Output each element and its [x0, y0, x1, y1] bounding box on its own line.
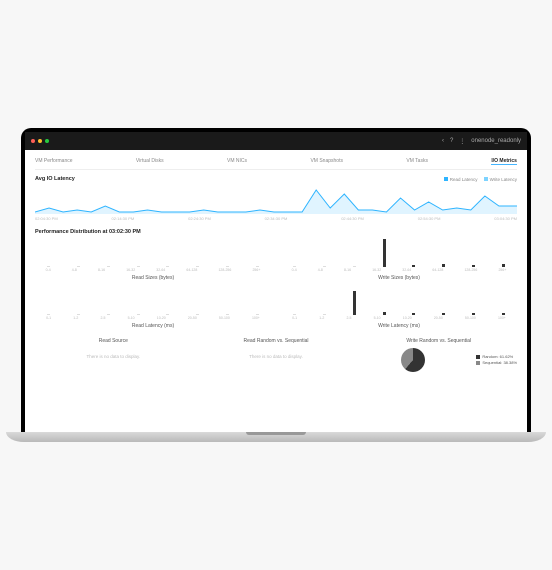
maximize-icon[interactable]	[45, 139, 49, 143]
screen: ‹ ? ⋮ onenode_readonly VM Performance Vi…	[25, 132, 527, 432]
tab-vm-tasks[interactable]: VM Tasks	[406, 158, 428, 165]
tab-virtual-disks[interactable]: Virtual Disks	[136, 158, 164, 165]
read-sizes-chart[interactable]	[35, 237, 271, 267]
help-icon[interactable]: ?	[450, 138, 453, 144]
read-latency-panel: 0-11-2 2-55-10 10-2020-50 50-100100+ Rea…	[35, 285, 271, 329]
back-icon[interactable]: ‹	[442, 138, 444, 144]
latency-x-ticks: 02:04:30 PM 02:14:30 PM 02:24:30 PM 02:3…	[35, 216, 517, 221]
laptop-mockup: ‹ ? ⋮ onenode_readonly VM Performance Vi…	[21, 128, 531, 442]
write-latency-panel: 0-11-2 2-55-10 10-2020-50 50-100100+ Wri…	[281, 285, 517, 329]
legend-read-label: Read Latency	[450, 177, 478, 182]
write-latency-title: Write Latency (ms)	[281, 323, 517, 329]
tab-vm-snapshots[interactable]: VM Snapshots	[310, 158, 343, 165]
write-rs-panel: Write Random vs. Sequential Random: 61.6…	[360, 335, 517, 376]
latency-title: Avg IO Latency	[35, 176, 75, 182]
tab-bar: VM Performance Virtual Disks VM NICs VM …	[35, 158, 517, 170]
distribution-title: Performance Distribution at 03:02:30 PM	[35, 229, 517, 235]
random-swatch-icon	[476, 355, 480, 359]
write-sizes-panel: 0-44-8 8-1616-32 32-6464-128 128-256256+…	[281, 237, 517, 281]
latency-legend: Read Latency Write Latency	[444, 177, 517, 182]
write-rs-legend: Random: 61.62% Sequential: 38.38%	[470, 354, 517, 366]
write-sizes-chart[interactable]	[281, 237, 517, 267]
latency-line-chart[interactable]	[35, 184, 517, 214]
read-source-panel: Read Source There is no data to display.	[35, 335, 192, 376]
window-titlebar: ‹ ? ⋮ onenode_readonly	[25, 132, 527, 150]
read-sizes-panel: 0-44-8 8-1616-32 32-6464-128 128-256256+…	[35, 237, 271, 281]
read-rs-empty: There is no data to display.	[198, 344, 355, 369]
write-rs-pie-chart[interactable]	[401, 348, 425, 372]
write-sizes-title: Write Sizes (bytes)	[281, 275, 517, 281]
laptop-notch	[246, 432, 306, 435]
tab-vm-nics[interactable]: VM NICs	[227, 158, 247, 165]
write-swatch-icon	[484, 177, 488, 181]
username-label[interactable]: onenode_readonly	[471, 138, 521, 144]
window-controls[interactable]	[31, 139, 49, 143]
legend-write-label: Write Latency	[490, 177, 517, 182]
read-source-empty: There is no data to display.	[35, 344, 192, 369]
read-latency-chart[interactable]	[35, 285, 271, 315]
sequential-swatch-icon	[476, 361, 480, 365]
write-latency-chart[interactable]	[281, 285, 517, 315]
tab-vm-performance[interactable]: VM Performance	[35, 158, 73, 165]
laptop-base	[6, 432, 547, 442]
read-swatch-icon	[444, 177, 448, 181]
close-icon[interactable]	[31, 139, 35, 143]
main-content: VM Performance Virtual Disks VM NICs VM …	[25, 150, 527, 384]
minimize-icon[interactable]	[38, 139, 42, 143]
menu-icon[interactable]: ⋮	[459, 138, 465, 145]
sequential-label: Sequential: 38.38%	[482, 360, 517, 365]
read-sizes-title: Read Sizes (bytes)	[35, 275, 271, 281]
random-label: Random: 61.62%	[482, 354, 513, 359]
read-rs-panel: Read Random vs. Sequential There is no d…	[198, 335, 355, 376]
read-latency-title: Read Latency (ms)	[35, 323, 271, 329]
screen-bezel: ‹ ? ⋮ onenode_readonly VM Performance Vi…	[21, 128, 531, 432]
tab-io-metrics[interactable]: I/O Metrics	[491, 158, 517, 165]
